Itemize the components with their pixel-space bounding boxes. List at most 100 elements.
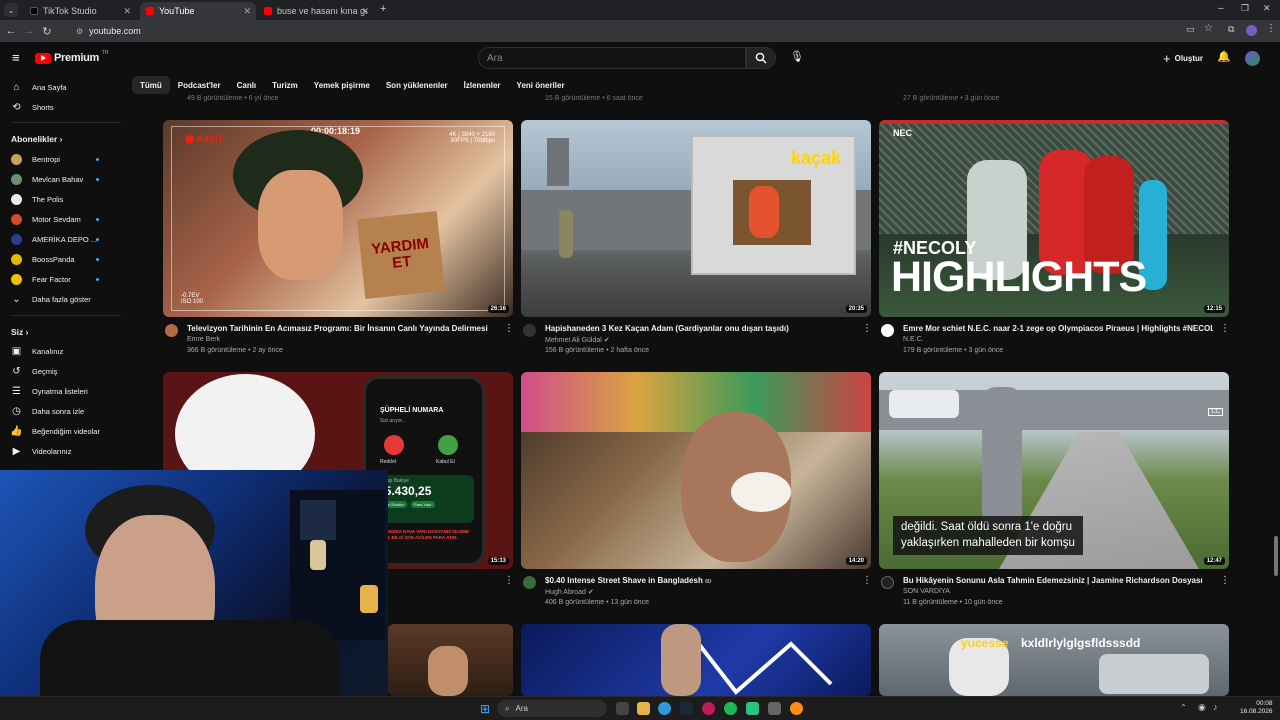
chip-tourism[interactable]: Turizm [264, 76, 306, 94]
microphone-icon[interactable]: 🎙 [790, 50, 804, 63]
video-thumbnail[interactable]: NEC #NECOLY HIGHLIGHTS 12:15 [879, 120, 1229, 317]
forward-icon[interactable]: → [20, 25, 38, 37]
video-title[interactable]: Emre Mor schiet N.E.C. naar 2-1 zege op … [903, 324, 1213, 333]
taskbar-search[interactable]: ⌕ Ara [497, 700, 607, 717]
steam-icon[interactable] [680, 702, 693, 715]
new-tab-button[interactable]: + [380, 3, 386, 15]
reload-icon[interactable]: ↻ [38, 25, 56, 38]
sidebar-item-channel[interactable]: ▣ Kanalınız [11, 343, 64, 359]
cast-icon[interactable]: ▭ [1186, 24, 1195, 35]
sidebar-item-shorts[interactable]: ⟲ Shorts [11, 99, 53, 115]
extensions-icon[interactable]: ⧉ [1228, 24, 1234, 35]
tab-youtube-2[interactable]: buse ve hasanı kına gece 2 - Yo ✕ [258, 2, 374, 20]
tab-search-button[interactable]: ⌄ [4, 3, 18, 17]
video-title[interactable]: Bu Hikâyenin Sonunu Asla Tahmin Edemezsi… [903, 576, 1213, 585]
chrome-icon[interactable] [658, 702, 671, 715]
channel-avatar[interactable] [523, 576, 536, 589]
create-button[interactable]: + Oluştur [1163, 51, 1203, 66]
notifications-icon[interactable]: 🔔 [1217, 50, 1231, 63]
window-close-button[interactable]: ✕ [1263, 3, 1271, 14]
video-title[interactable]: Hapishaneden 3 Kez Kaçan Adam (Gardiyanl… [545, 324, 850, 333]
url-field[interactable]: ⚙ youtube.com [66, 22, 1186, 40]
channel-name[interactable]: N.E.C. [903, 336, 924, 343]
chip-watched[interactable]: İzlenenler [456, 76, 509, 94]
video-title[interactable]: Televizyon Tarihinin En Acımasız Program… [187, 324, 492, 333]
windows-start-icon[interactable]: ⊞ [480, 702, 490, 716]
channel-name[interactable]: Mehmet Ali Güldal ✔ [545, 336, 610, 344]
channel-avatar[interactable] [165, 324, 178, 337]
more-options-icon[interactable]: ⋮ [862, 323, 872, 334]
tab-youtube[interactable]: YouTube ✕ [140, 2, 256, 20]
more-options-icon[interactable]: ⋮ [1220, 323, 1230, 334]
channel-avatar[interactable] [881, 576, 894, 589]
channel-avatar[interactable] [881, 324, 894, 337]
video-thumbnail[interactable]: kaçak 20:35 [521, 120, 871, 317]
sidebar-item-liked[interactable]: 👍 Beğendiğim videolar [10, 423, 100, 439]
youtube-logo[interactable]: Premium TR [35, 50, 109, 64]
sidebar-sub-item[interactable]: BoossPanda [11, 251, 75, 267]
chip-live[interactable]: Canlı [229, 76, 265, 94]
video-title[interactable]: $0.40 Intense Street Shave in Bangladesh… [545, 576, 850, 585]
hamburger-icon[interactable]: ≡ [12, 50, 20, 65]
page-scrollbar-thumb[interactable] [1274, 536, 1278, 576]
search-button[interactable] [746, 47, 776, 69]
video-thumbnail[interactable]: 14:20 [521, 372, 871, 569]
channel-name[interactable]: Hugh Abroad ✔ [545, 588, 594, 596]
minimize-button[interactable]: – [1218, 3, 1224, 14]
site-info-icon[interactable]: ⚙ [76, 27, 83, 36]
menu-icon[interactable]: ⋮ [1266, 23, 1276, 34]
search-input[interactable]: Ara [478, 47, 746, 69]
clock[interactable]: 00:08 16.08.2026 [1240, 700, 1273, 717]
more-options-icon[interactable]: ⋮ [1220, 575, 1230, 586]
more-options-icon[interactable]: ⋮ [504, 575, 514, 586]
file-explorer-icon[interactable] [637, 702, 650, 715]
settings-icon[interactable] [768, 702, 781, 715]
video-thumbnail[interactable] [388, 624, 513, 696]
close-icon[interactable]: ✕ [361, 6, 369, 17]
chip-recent[interactable]: Son yüklenenler [378, 76, 456, 94]
close-icon[interactable]: ✕ [243, 6, 251, 17]
tab-tiktok[interactable]: TikTok Studio ✕ [24, 2, 136, 20]
chip-all[interactable]: Tümü [132, 76, 170, 94]
video-thumbnail[interactable]: yucesse kxldlrlylglgsfldsssdd [879, 624, 1229, 696]
video-thumbnail[interactable]: CC değildi. Saat öldü sonra 1'e doğru ya… [879, 372, 1229, 569]
sidebar-sub-item[interactable]: The Polis [11, 191, 63, 207]
more-options-icon[interactable]: ⋮ [504, 323, 514, 334]
wifi-icon[interactable]: ◉ [1198, 702, 1206, 713]
tray-chevron-icon[interactable]: ⌃ [1180, 703, 1187, 712]
you-heading[interactable]: Siz › [11, 327, 29, 337]
bookmark-icon[interactable]: ☆ [1204, 23, 1213, 34]
video-thumbnail[interactable] [521, 624, 871, 696]
subscriptions-heading[interactable]: Abonelikler › [11, 134, 63, 144]
show-more-button[interactable]: ⌄ Daha fazla göster [11, 291, 91, 307]
channel-name[interactable]: Emre Berk [187, 336, 220, 343]
channel-avatar[interactable] [523, 324, 536, 337]
volume-icon[interactable]: ♪ [1213, 702, 1218, 712]
sidebar-item-your-videos[interactable]: ▶ Videolarınız [11, 443, 72, 459]
browser-icon[interactable] [790, 702, 803, 715]
more-options-icon[interactable]: ⋮ [862, 575, 872, 586]
chip-podcasts[interactable]: Podcast'ler [170, 76, 229, 94]
chip-new[interactable]: Yeni öneriler [509, 76, 573, 94]
channel-name[interactable]: SON VARDİYA [903, 588, 950, 595]
spotify-icon[interactable] [724, 702, 737, 715]
close-icon[interactable]: ✕ [123, 6, 131, 17]
sidebar-sub-item[interactable]: AMERİKA DEPO ... [11, 231, 97, 247]
whatsapp-icon[interactable] [746, 702, 759, 715]
sidebar-item-history[interactable]: ↺ Geçmiş [11, 363, 57, 379]
maximize-button[interactable]: ❐ [1241, 3, 1249, 14]
sidebar-sub-item[interactable]: Fear Factor [11, 271, 71, 287]
back-icon[interactable]: ← [2, 25, 20, 37]
chip-cooking[interactable]: Yemek pişirme [306, 76, 378, 94]
account-avatar[interactable] [1245, 51, 1260, 66]
opera-icon[interactable] [702, 702, 715, 715]
sidebar-sub-item[interactable]: Bentropi [11, 151, 60, 167]
sidebar-item-home[interactable]: ⌂ Ana Sayfa [11, 79, 66, 95]
profile-avatar[interactable] [1246, 25, 1257, 36]
sidebar-sub-item[interactable]: Mevlcan Bahav [11, 171, 83, 187]
sidebar-item-playlists[interactable]: ☰ Oynatma listeleri [11, 383, 88, 399]
task-view-icon[interactable] [616, 702, 629, 715]
sidebar-sub-item[interactable]: Motor Sevdam [11, 211, 81, 227]
video-thumbnail[interactable]: KAYIT 00:00:18:19 4K | 3840 × 2160 30FPS … [163, 120, 513, 317]
sidebar-item-watch-later[interactable]: ◷ Daha sonra izle [11, 403, 84, 419]
